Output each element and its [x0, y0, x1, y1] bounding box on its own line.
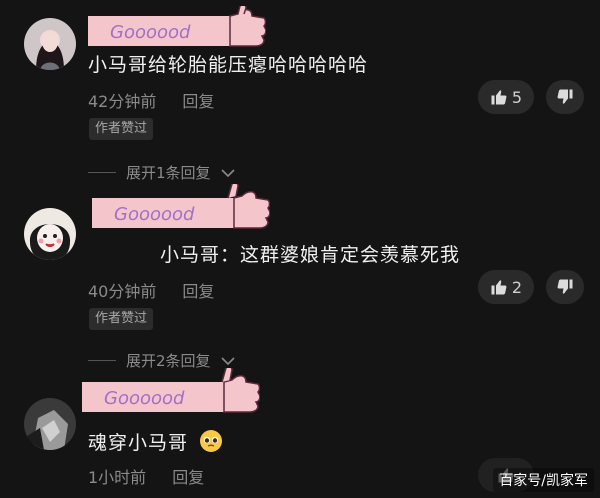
pleading-face-emoji-icon — [200, 430, 223, 452]
reply-button[interactable]: 回复 — [182, 282, 214, 301]
goooood-sticker: Goooood — [82, 365, 261, 422]
avatar[interactable] — [24, 18, 76, 70]
goooood-sticker: Goooood — [88, 3, 267, 54]
thumbs-down-icon — [557, 89, 573, 104]
thumbs-up-icon — [491, 280, 507, 295]
author-liked-badge: 作者赞过 — [89, 118, 154, 140]
comment-time: 40分钟前 — [88, 282, 157, 301]
watermark: 百家号/凯家军 — [493, 468, 594, 492]
comment-text: 小马哥给轮胎能压瘪哈哈哈哈哈 — [88, 54, 369, 76]
dislike-button[interactable] — [546, 80, 584, 114]
like-count: 2 — [511, 277, 523, 297]
comment-meta: 40分钟前 回复 — [88, 278, 214, 302]
comment-text: 魂穿小马哥 — [88, 428, 223, 455]
comment-time: 42分钟前 — [88, 92, 157, 111]
divider-line — [88, 360, 116, 361]
avatar[interactable] — [24, 208, 76, 260]
reply-button[interactable]: 回复 — [182, 92, 214, 111]
comment-text-content: 魂穿小马哥 — [88, 432, 189, 454]
like-count: 5 — [511, 87, 523, 107]
goooood-sticker: Goooood — [92, 181, 271, 238]
sticker-text: Goooood — [110, 22, 191, 43]
divider-line — [88, 172, 116, 173]
comment-meta: 1小时前 回复 — [88, 464, 204, 488]
reply-button[interactable]: 回复 — [172, 468, 204, 487]
chevron-down-icon — [220, 356, 235, 365]
author-liked-badge: 作者赞过 — [89, 308, 154, 330]
sticker-text: Goooood — [104, 388, 185, 409]
sticker-text: Goooood — [114, 204, 195, 225]
like-button[interactable]: 5 — [478, 80, 534, 114]
avatar[interactable] — [24, 398, 76, 450]
thumbs-down-icon — [557, 279, 573, 294]
comment-time: 1小时前 — [88, 468, 147, 487]
comment-meta: 42分钟前 回复 — [88, 88, 214, 112]
expand-replies-label: 展开1条回复 — [126, 164, 211, 182]
expand-replies-button[interactable]: 展开1条回复 — [88, 162, 235, 183]
thumbs-up-icon — [491, 90, 507, 105]
comment-text: 小马哥：这群婆娘肯定会羡慕死我 — [160, 244, 461, 266]
like-button[interactable]: 2 — [478, 270, 534, 304]
chevron-down-icon — [220, 168, 235, 177]
dislike-button[interactable] — [546, 270, 584, 304]
